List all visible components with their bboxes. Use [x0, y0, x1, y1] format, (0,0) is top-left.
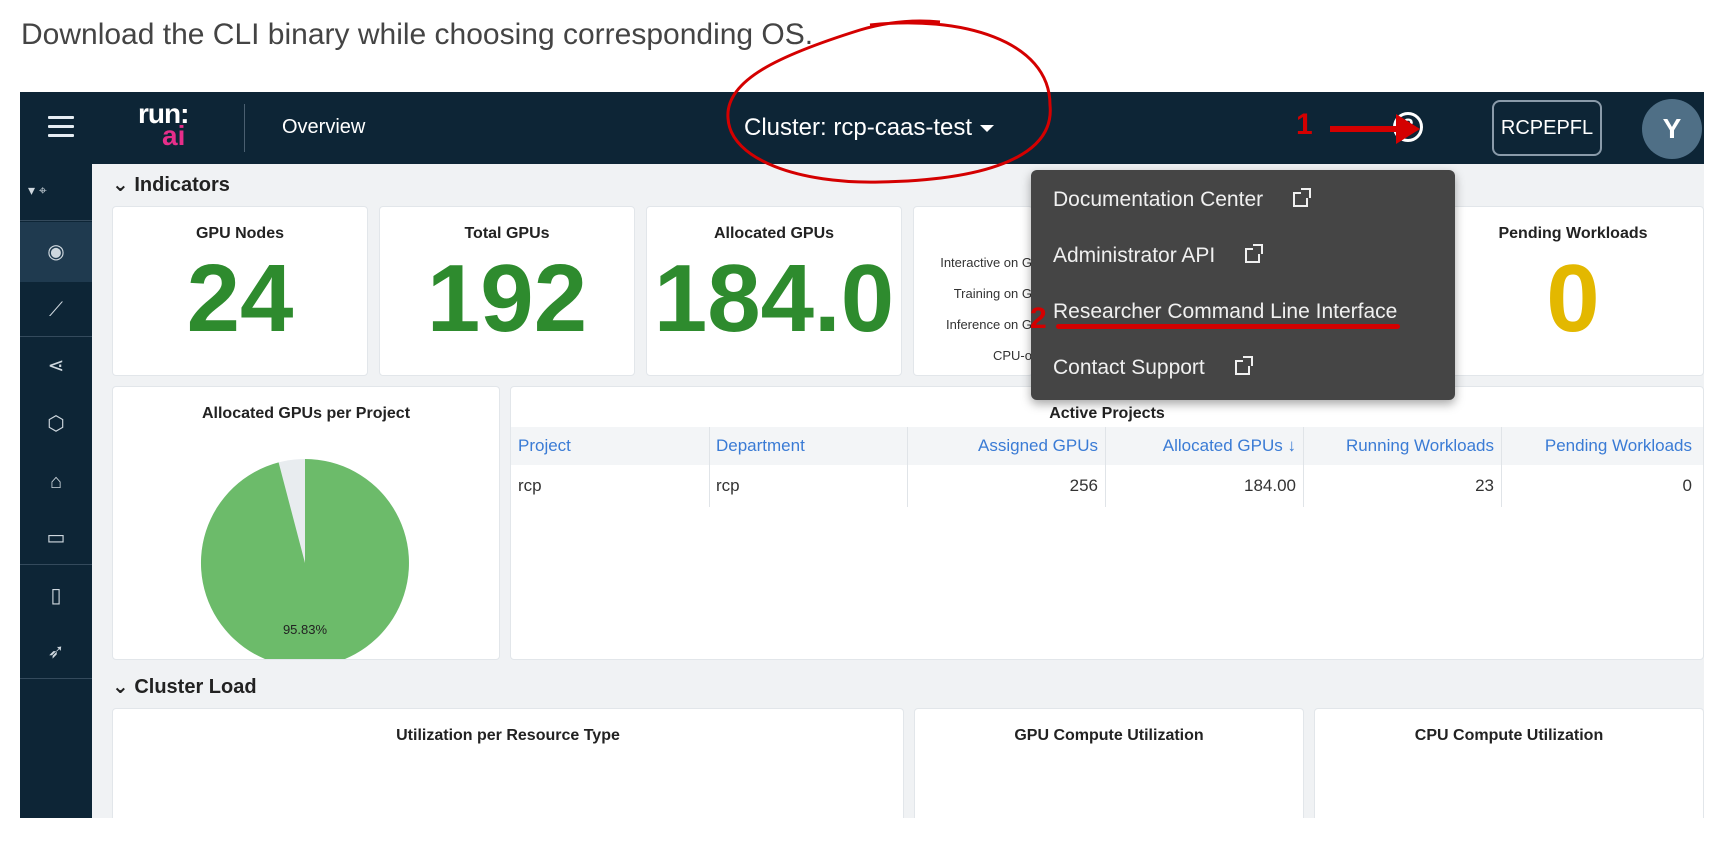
- cell-running-workloads: 23: [1475, 476, 1494, 495]
- allocated-gpus-value: 184.0: [653, 245, 895, 352]
- workload-type-label: Interactive on G: [940, 255, 1032, 270]
- menu-item-documentation[interactable]: Documentation Center: [1053, 188, 1312, 212]
- total-gpus-card: Total GPUs 192: [379, 206, 635, 376]
- card-title: Utilization per Resource Type: [396, 727, 620, 744]
- chevron-down-icon: [980, 125, 995, 133]
- arrow-head-icon: [1396, 114, 1420, 144]
- workload-type-label: Training on G: [953, 286, 1032, 301]
- indicators-section-title[interactable]: ⌄ Indicators: [112, 172, 230, 197]
- rocket-icon[interactable]: ➶: [20, 622, 92, 682]
- divider: [20, 564, 92, 565]
- total-gpus-value: 192: [426, 245, 588, 352]
- divider: [20, 220, 92, 221]
- pending-workloads-value: 0: [1546, 245, 1600, 352]
- gpu-nodes-value: 24: [186, 245, 294, 352]
- cell-assigned-gpus: 256: [1069, 476, 1098, 495]
- arrow-icon: [1330, 126, 1400, 132]
- cluster-label: Cluster: rcp-caas-test: [744, 114, 973, 141]
- card-title: Allocated GPUs: [713, 225, 835, 242]
- col-project[interactable]: Project: [511, 427, 709, 465]
- allocated-gpus-card: Allocated GPUs 184.0: [646, 206, 902, 376]
- logo-ai: ai: [162, 120, 186, 151]
- menu-item-label: Contact Support: [1053, 356, 1205, 379]
- help-menu: Documentation Center Administrator API R…: [1031, 170, 1455, 400]
- menu-item-researcher-cli[interactable]: Researcher Command Line Interface: [1053, 300, 1397, 324]
- step-1-label: 1: [1296, 108, 1313, 141]
- tenant-button[interactable]: RCPEPFL: [1492, 100, 1602, 156]
- menu-item-contact-support[interactable]: Contact Support: [1053, 356, 1253, 380]
- cube-icon[interactable]: ⬡: [20, 394, 92, 454]
- menu-item-label: Administrator API: [1053, 244, 1216, 267]
- cli-underline-annotation: [1056, 324, 1400, 329]
- workload-types-card: Interactive on G Training on G Inference…: [913, 206, 1033, 376]
- runai-logo[interactable]: run: ai: [138, 98, 192, 154]
- menu-item-admin-api[interactable]: Administrator API: [1053, 244, 1264, 268]
- cell-pending-workloads: 0: [1682, 476, 1692, 495]
- col-allocated-gpus[interactable]: Allocated GPUs ↓: [1105, 427, 1303, 465]
- card-title: CPU Compute Utilization: [1414, 727, 1604, 744]
- pie-percent-label: 95.83%: [283, 622, 328, 637]
- nodes-icon[interactable]: ⋖: [20, 336, 92, 396]
- divider: [709, 427, 710, 507]
- col-running-workloads[interactable]: Running Workloads: [1303, 427, 1501, 465]
- utilization-card: Utilization per Resource Type: [112, 708, 904, 818]
- caption-text: Download the CLI binary while choosing c…: [21, 18, 814, 51]
- gpu-utilization-card: GPU Compute Utilization: [914, 708, 1304, 818]
- page-title: Overview: [282, 116, 366, 138]
- menu-item-label: Researcher Command Line Interface: [1053, 300, 1398, 323]
- telescope-icon[interactable]: ▾ ⌖: [28, 182, 47, 199]
- sidebar: ▾ ⌖ ◉ ⟋ ⋖ ⬡ ⌂ ▭ ▯ ➶: [20, 164, 92, 818]
- pie-chart: 95.83%: [200, 459, 409, 659]
- card-title: GPU Nodes: [195, 225, 284, 242]
- active-projects-card: Active Projects Project Department Assig…: [510, 386, 1704, 660]
- code-file-icon[interactable]: ▯: [20, 566, 92, 626]
- dashboard-icon[interactable]: ◉: [20, 222, 92, 282]
- divider: [1303, 427, 1304, 507]
- cluster-load-label: Cluster Load: [134, 676, 257, 698]
- col-department[interactable]: Department: [709, 427, 907, 465]
- workload-type-list: Interactive on G Training on G Inference…: [940, 255, 1032, 375]
- allocated-per-project-card: Allocated GPUs per Project 95.83%: [112, 386, 500, 660]
- external-link-icon: [1293, 188, 1312, 207]
- card-title: GPU Compute Utilization: [1014, 727, 1204, 744]
- divider: [1105, 427, 1106, 507]
- step-2-label: 2: [1030, 302, 1047, 335]
- card-title: Total GPUs: [464, 225, 550, 242]
- external-link-icon: [1234, 356, 1253, 375]
- cluster-load-section-title[interactable]: ⌄ Cluster Load: [112, 674, 257, 699]
- workload-type-label: CPU-o: [992, 348, 1032, 363]
- cell-project: rcp: [518, 476, 542, 495]
- card-title: Pending Workloads: [1498, 225, 1648, 242]
- top-bar: run: ai Overview Cluster: rcp-caas-test …: [20, 92, 1704, 164]
- cell-department: rcp: [716, 476, 740, 495]
- cell-allocated-gpus: 184.00: [1244, 476, 1296, 495]
- menu-icon[interactable]: [48, 116, 74, 138]
- col-pending-workloads[interactable]: Pending Workloads: [1501, 427, 1699, 465]
- divider: [20, 678, 92, 679]
- cpu-utilization-card: CPU Compute Utilization: [1314, 708, 1704, 818]
- indicators-label: Indicators: [134, 174, 230, 196]
- divider: [907, 427, 908, 507]
- analytics-icon[interactable]: ⟋: [20, 280, 92, 340]
- divider: [244, 104, 245, 152]
- divider: [1501, 427, 1502, 507]
- card-title: Active Projects: [1049, 405, 1165, 422]
- col-assigned-gpus[interactable]: Assigned GPUs: [907, 427, 1105, 465]
- avatar[interactable]: Y: [1642, 99, 1702, 159]
- warehouse-icon[interactable]: ⌂: [20, 452, 92, 512]
- gpu-nodes-card: GPU Nodes 24: [112, 206, 368, 376]
- workload-type-label: Inference on G: [946, 317, 1032, 332]
- menu-item-label: Documentation Center: [1053, 188, 1264, 211]
- briefcase-icon[interactable]: ▭: [20, 508, 92, 568]
- external-link-icon: [1245, 244, 1264, 263]
- cluster-selector[interactable]: Cluster: rcp-caas-test: [744, 114, 995, 142]
